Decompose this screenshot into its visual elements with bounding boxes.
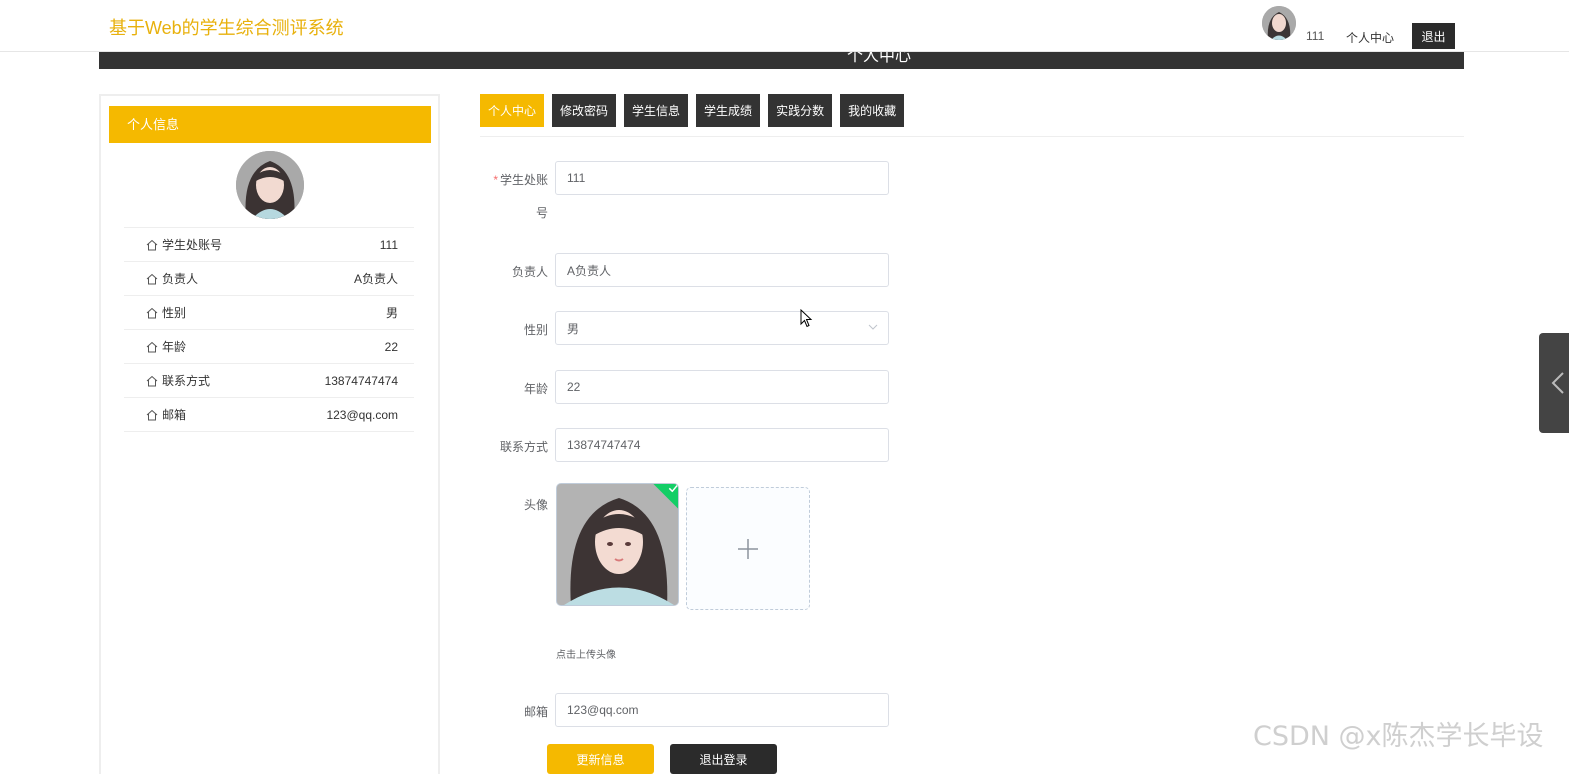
- home-icon: [146, 409, 158, 420]
- list-item: 学生处账号 111: [124, 228, 414, 262]
- tab-change-password[interactable]: 修改密码: [552, 94, 617, 127]
- plus-icon: [738, 538, 758, 559]
- check-icon: [668, 484, 678, 493]
- info-value: 111: [379, 237, 398, 252]
- mouse-cursor-icon: [800, 309, 813, 328]
- age-label: 年龄: [523, 382, 548, 396]
- chevron-down-icon: [868, 324, 878, 330]
- banner-title: 个人中心: [847, 52, 912, 65]
- email-label: 邮箱: [523, 705, 548, 719]
- contact-input[interactable]: 13874747474: [555, 428, 889, 462]
- avatar-portrait-icon: [557, 484, 678, 605]
- avatar-portrait-icon: [1262, 6, 1296, 40]
- personal-center-link[interactable]: 个人中心: [1346, 29, 1394, 46]
- update-info-button[interactable]: 更新信息: [547, 744, 654, 774]
- info-value: 123@qq.com: [326, 407, 398, 422]
- tab-personal-center[interactable]: 个人中心: [480, 94, 545, 127]
- contact-label: 联系方式: [499, 440, 548, 454]
- list-item: 邮箱 123@qq.com: [124, 398, 414, 432]
- tab-bar: 个人中心 修改密码 学生信息 学生成绩 实践分数 我的收藏: [480, 94, 905, 127]
- account-input[interactable]: 111: [555, 161, 889, 195]
- avatar-portrait-icon: [236, 151, 304, 219]
- age-input[interactable]: 22: [555, 370, 889, 404]
- profile-sidebar: 个人信息 学生处账号 111 负责人 A负责人 性别 男 年龄 22 联系方式 …: [99, 94, 440, 774]
- required-mark: *: [493, 173, 498, 187]
- gender-value: 男: [567, 321, 580, 336]
- list-item: 性别 男: [124, 296, 414, 330]
- page-banner: 个人中心: [99, 52, 1464, 69]
- upload-avatar-button[interactable]: [686, 487, 810, 610]
- user-avatar[interactable]: [1262, 6, 1296, 40]
- info-value: 22: [384, 339, 398, 354]
- sidebar-title: 个人信息: [109, 106, 431, 143]
- home-icon: [146, 239, 158, 250]
- info-key-label: 联系方式: [162, 374, 211, 388]
- site-title: 基于Web的学生综合测评系统: [109, 18, 344, 38]
- avatar-label: 头像: [523, 498, 548, 512]
- tab-practice-scores[interactable]: 实践分数: [768, 94, 833, 127]
- home-icon: [146, 341, 158, 352]
- sidebar-avatar: [236, 151, 304, 219]
- info-value: 13874747474: [324, 373, 398, 388]
- info-key-label: 学生处账号: [162, 238, 223, 252]
- gender-select[interactable]: 男: [555, 311, 889, 345]
- home-icon: [146, 375, 158, 386]
- home-icon: [146, 307, 158, 318]
- profile-info-list: 学生处账号 111 负责人 A负责人 性别 男 年龄 22 联系方式 13874…: [124, 227, 414, 432]
- tab-favorites[interactable]: 我的收藏: [840, 94, 905, 127]
- uploaded-avatar[interactable]: [556, 483, 679, 606]
- side-drawer-toggle[interactable]: [1539, 333, 1569, 433]
- manager-label: 负责人: [511, 265, 548, 279]
- gender-label: 性别: [523, 323, 548, 337]
- watermark: CSDN @x陈杰学长毕设: [1253, 721, 1544, 752]
- tab-student-scores[interactable]: 学生成绩: [696, 94, 761, 127]
- info-key-label: 邮箱: [162, 408, 187, 422]
- home-icon: [146, 273, 158, 284]
- info-value: 男: [385, 306, 398, 320]
- list-item: 联系方式 13874747474: [124, 364, 414, 398]
- list-item: 负责人 A负责人: [124, 262, 414, 296]
- info-key-label: 性别: [162, 306, 187, 320]
- tab-student-info[interactable]: 学生信息: [624, 94, 689, 127]
- email-input[interactable]: 123@qq.com: [555, 693, 889, 727]
- top-logout-button[interactable]: 退出: [1412, 23, 1455, 49]
- upload-tip: 点击上传头像: [556, 650, 616, 661]
- top-header: 基于Web的学生综合测评系统 111 个人中心 退出: [0, 0, 1569, 52]
- tab-divider: [480, 136, 1464, 137]
- logout-button[interactable]: 退出登录: [670, 744, 777, 774]
- top-username: 111: [1306, 29, 1325, 43]
- info-key-label: 负责人: [162, 272, 199, 286]
- info-value: A负责人: [353, 272, 398, 286]
- manager-input[interactable]: A负责人: [555, 253, 889, 287]
- account-label: * 学生处账: [493, 173, 548, 187]
- chevron-left-icon: [1551, 372, 1564, 394]
- account-label-wrap: 号: [535, 206, 548, 220]
- list-item: 年龄 22: [124, 330, 414, 364]
- info-key-label: 年龄: [162, 340, 187, 354]
